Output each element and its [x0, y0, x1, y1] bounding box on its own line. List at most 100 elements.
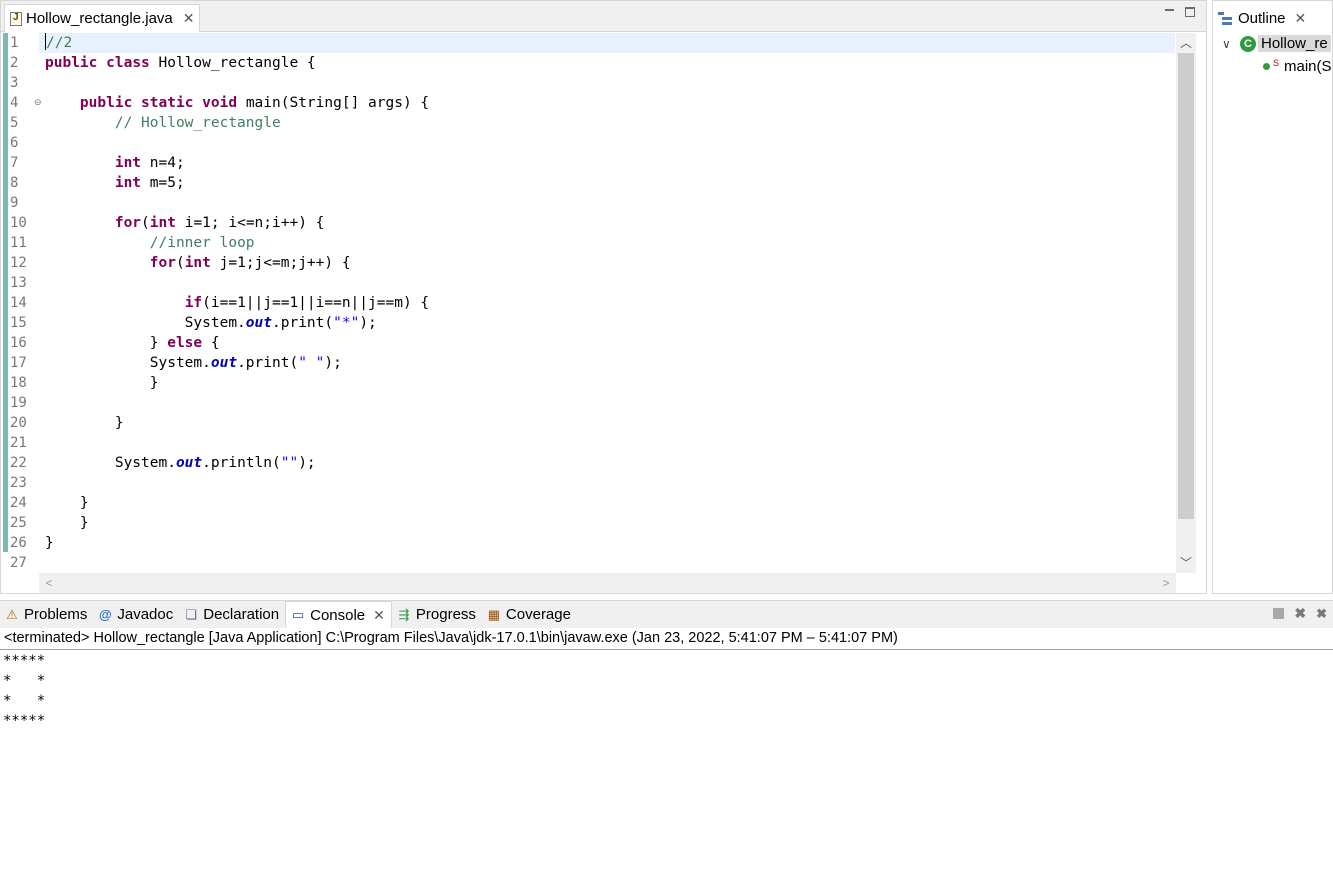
line-number: 8 — [10, 175, 19, 191]
code-line[interactable] — [45, 193, 1173, 213]
console-toolbar: ✖ ✖ — [1273, 605, 1327, 622]
code-line[interactable]: int m=5; — [45, 173, 1173, 193]
line-number: 12 — [10, 255, 27, 271]
maximize-button[interactable] — [1185, 7, 1195, 17]
line-number: 16 — [10, 335, 27, 351]
console-output-line: ***** — [3, 653, 46, 669]
editor-vertical-scrollbar[interactable]: ︿ ﹀ — [1176, 33, 1196, 573]
editor-window-controls — [1164, 7, 1195, 18]
code-editor[interactable]: //2 public class Hollow_rectangle { publi… — [45, 33, 1173, 573]
minimize-button[interactable] — [1164, 7, 1175, 18]
scroll-left-icon[interactable]: < — [39, 573, 59, 593]
bottom-tab-bar: ⚠ Problems @ Javadoc ❏ Declaration ▭ Console ✕ ⇶ P… — [0, 601, 1333, 628]
chevron-down-icon[interactable]: ∨ — [1222, 37, 1236, 51]
code-line[interactable]: //2 — [45, 33, 1173, 53]
line-number: 21 — [10, 435, 27, 451]
code-line[interactable] — [45, 553, 1173, 573]
line-number: 25 — [10, 515, 27, 531]
line-number: 18 — [10, 375, 27, 391]
console-panel: ⚠ Problems @ Javadoc ❏ Declaration ▭ Console ✕ ⇶ P… — [0, 600, 1333, 887]
code-line[interactable]: // Hollow_rectangle — [45, 113, 1173, 133]
outline-view: Outline ✕ ∨ C Hollow_re S main(S — [1212, 0, 1333, 594]
code-line[interactable] — [45, 133, 1173, 153]
line-number: 14 — [10, 295, 27, 311]
class-icon: C — [1240, 35, 1256, 52]
tab-javadoc[interactable]: @ Javadoc — [93, 601, 179, 628]
console-output-line: * * — [3, 693, 46, 709]
code-line[interactable]: System.out.println(""); — [45, 453, 1173, 473]
console-output-line: ***** — [3, 713, 46, 729]
outline-tab[interactable]: Outline ✕ — [1213, 4, 1332, 32]
editor-horizontal-scrollbar[interactable]: < > — [39, 573, 1176, 593]
scroll-thumb[interactable] — [1178, 53, 1194, 519]
code-line[interactable]: } — [45, 373, 1173, 393]
outline-icon — [1218, 11, 1232, 25]
code-line[interactable] — [45, 73, 1173, 93]
editor-tab-label: Hollow_rectangle.java — [26, 10, 173, 27]
problems-icon: ⚠ — [6, 606, 18, 622]
line-number: 4 — [10, 95, 19, 111]
line-number: 26 — [10, 535, 27, 551]
tab-progress[interactable]: ⇶ Progress — [392, 601, 482, 628]
line-number: 23 — [10, 475, 27, 491]
line-number: 3 — [10, 75, 19, 91]
outline-method-node[interactable]: S main(S — [1263, 58, 1332, 75]
code-line[interactable]: } — [45, 513, 1173, 533]
remove-all-terminated-button[interactable]: ✖ — [1316, 606, 1327, 622]
close-icon[interactable]: ✕ — [1295, 10, 1307, 27]
code-line[interactable]: public static void main(String[] args) { — [45, 93, 1173, 113]
code-line[interactable]: System.out.print(" "); — [45, 353, 1173, 373]
terminate-button[interactable] — [1273, 608, 1285, 619]
code-line[interactable]: //inner loop — [45, 233, 1173, 253]
console-output[interactable]: ***** * * * * ***** — [3, 651, 45, 731]
code-line[interactable]: if(i==1||j==1||i==n||j==m) { — [45, 293, 1173, 313]
progress-icon: ⇶ — [398, 606, 410, 622]
code-line[interactable]: public class Hollow_rectangle { — [45, 53, 1173, 73]
line-number: 1 — [10, 35, 19, 51]
line-number: 2 — [10, 55, 19, 71]
outline-class-node[interactable]: ∨ C Hollow_re — [1222, 35, 1331, 52]
declaration-icon: ❏ — [185, 606, 198, 622]
public-method-icon — [1263, 63, 1270, 70]
java-file-icon — [10, 11, 22, 26]
code-line[interactable]: } — [45, 413, 1173, 433]
code-line[interactable]: } — [45, 493, 1173, 513]
tab-coverage[interactable]: ▦ Coverage — [482, 601, 577, 628]
line-number: 19 — [10, 395, 27, 411]
close-icon[interactable]: ✕ — [373, 607, 385, 624]
tab-console[interactable]: ▭ Console ✕ — [285, 601, 392, 628]
scroll-down-icon[interactable]: ﹀ — [1176, 553, 1196, 573]
code-line[interactable]: for(int i=1; i<=n;i++) { — [45, 213, 1173, 233]
code-line[interactable] — [45, 273, 1173, 293]
line-number: 6 — [10, 135, 19, 151]
editor-view: Hollow_rectangle.java ✕ 1 2 3 4 5 6 7 8 … — [0, 0, 1207, 594]
console-process-description: <terminated> Hollow_rectangle [Java Appl… — [4, 630, 898, 646]
code-line[interactable]: int n=4; — [45, 153, 1173, 173]
tab-declaration[interactable]: ❏ Declaration — [179, 601, 285, 628]
scroll-right-icon[interactable]: > — [1156, 573, 1176, 593]
fold-collapse-icon[interactable]: ⊖ — [34, 97, 42, 108]
outline-class-label: Hollow_re — [1258, 35, 1331, 52]
coverage-icon: ▦ — [487, 606, 501, 622]
line-number: 27 — [10, 555, 27, 571]
line-number: 13 — [10, 275, 27, 291]
code-line[interactable]: for(int j=1;j<=m;j++) { — [45, 253, 1173, 273]
editor-tab-hollow-rectangle[interactable]: Hollow_rectangle.java ✕ — [4, 4, 200, 32]
line-number: 17 — [10, 355, 27, 371]
tab-problems[interactable]: ⚠ Problems — [0, 601, 93, 628]
static-marker-icon: S — [1273, 57, 1280, 68]
outline-tab-label: Outline — [1238, 9, 1286, 27]
code-line[interactable] — [45, 433, 1173, 453]
line-number: 9 — [10, 195, 19, 211]
console-output-line: * * — [3, 673, 46, 689]
javadoc-icon: @ — [99, 607, 112, 622]
close-icon[interactable]: ✕ — [183, 10, 195, 27]
code-line[interactable]: } else { — [45, 333, 1173, 353]
line-number: 5 — [10, 115, 19, 131]
code-line[interactable]: } — [45, 533, 1173, 553]
remove-launch-button[interactable]: ✖ — [1294, 605, 1306, 622]
scroll-up-icon[interactable]: ︿ — [1176, 33, 1196, 53]
code-line[interactable]: System.out.print("*"); — [45, 313, 1173, 333]
code-line[interactable] — [45, 393, 1173, 413]
code-line[interactable] — [45, 473, 1173, 493]
